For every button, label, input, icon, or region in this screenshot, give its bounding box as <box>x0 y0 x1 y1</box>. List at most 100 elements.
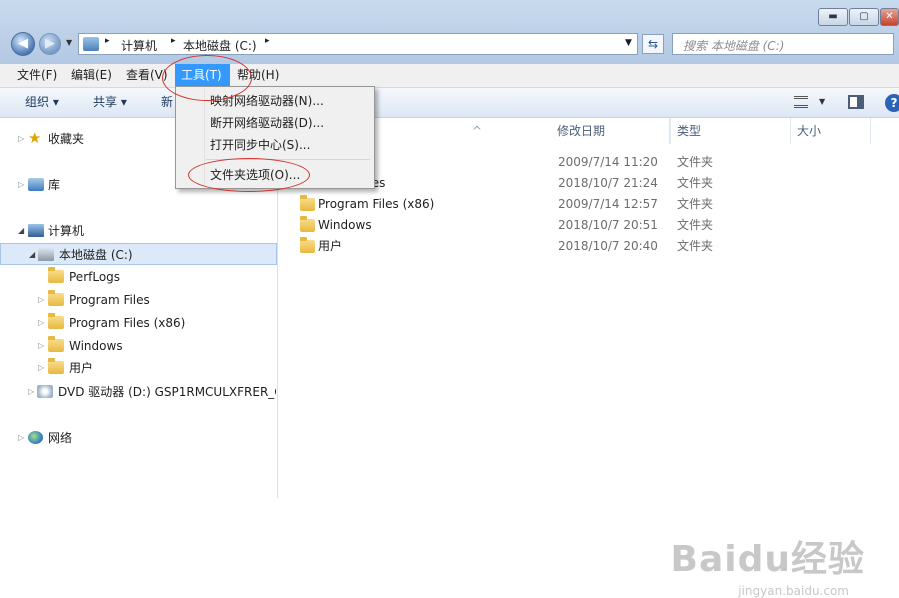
breadcrumb-separator-icon: ▸ <box>171 36 176 46</box>
collapse-arrow-icon[interactable]: ◢ <box>18 220 24 242</box>
file-type: 文件夹 <box>677 218 714 232</box>
menu-item-disconnect-network-drive[interactable]: 断开网络驱动器(D)... <box>178 112 372 134</box>
column-header-date[interactable]: 修改日期 <box>551 118 671 144</box>
file-row[interactable]: Windows 2018/10/7 20:51 文件夹 <box>279 215 899 236</box>
file-type: 文件夹 <box>677 239 714 253</box>
tree-item-perflogs[interactable]: PerfLogs <box>0 266 277 288</box>
column-header-size[interactable]: 大小 <box>791 118 871 144</box>
refresh-icon: ⇆ <box>647 37 659 51</box>
folder-icon <box>300 195 315 211</box>
dvd-drive-icon <box>37 385 53 398</box>
maximize-button[interactable]: ▢ <box>849 8 879 26</box>
close-icon: ✕ <box>885 11 894 22</box>
back-button[interactable]: ◀ <box>11 32 35 56</box>
help-icon[interactable]: ? <box>885 94 899 112</box>
tree-label: 网络 <box>48 431 73 445</box>
drive-icon <box>38 248 54 261</box>
file-name: Windows <box>318 218 372 232</box>
baidu-watermark-logo: Baidu经验 <box>670 539 865 580</box>
baidu-watermark-url: jingyan.baidu.com <box>738 584 849 598</box>
view-dropdown-icon[interactable]: ▼ <box>819 97 825 106</box>
file-row[interactable]: Program Files (x86) 2009/7/14 12:57 文件夹 <box>279 194 899 215</box>
file-date: 2018/10/7 21:24 <box>558 176 658 190</box>
folder-icon <box>48 336 64 352</box>
tree-label: Windows <box>69 339 123 353</box>
search-placeholder: 搜索 本地磁盘 (C:) <box>683 39 785 53</box>
computer-icon <box>28 224 44 237</box>
folder-icon <box>48 358 64 374</box>
address-dropdown-icon[interactable]: ▼ <box>625 38 632 48</box>
tree-item-program-files-x86[interactable]: ▷ Program Files (x86) <box>0 312 277 334</box>
folder-icon <box>48 267 64 283</box>
folder-icon <box>48 290 64 306</box>
organize-button[interactable]: 组织 ▾ <box>25 88 59 117</box>
computer-icon <box>83 37 99 51</box>
folder-icon <box>48 313 64 329</box>
breadcrumb-separator-icon[interactable]: ▸ <box>265 36 270 46</box>
menu-file[interactable]: 文件(F) <box>11 64 63 87</box>
search-input[interactable]: 搜索 本地磁盘 (C:) <box>672 33 894 55</box>
tree-item-users[interactable]: ▷ 用户 <box>0 357 277 379</box>
library-icon <box>28 178 44 191</box>
breadcrumb-local-disk[interactable]: 本地磁盘 (C:) <box>183 37 257 54</box>
expand-arrow-icon[interactable]: ▷ <box>38 289 44 311</box>
preview-pane-icon[interactable] <box>848 95 864 109</box>
menu-item-sync-center[interactable]: 打开同步中心(S)... <box>178 134 372 156</box>
network-icon <box>28 431 43 444</box>
tree-item-program-files[interactable]: ▷ Program Files <box>0 289 277 311</box>
forward-button[interactable]: ▶ <box>39 33 61 55</box>
file-date: 2018/10/7 20:51 <box>558 218 658 232</box>
tree-label: PerfLogs <box>69 270 121 284</box>
file-date: 2009/7/14 12:57 <box>558 197 658 211</box>
minimize-button[interactable]: ▬ <box>818 8 848 26</box>
tree-item-network[interactable]: ▷ 网络 <box>0 427 277 449</box>
column-header-type[interactable]: 类型 <box>671 118 791 144</box>
title-bar: ▬ ▢ ✕ ◀ ▶ ▼ ▸ 计算机 ▸ 本地磁盘 (C:) ▸ ▼ ⇆ 搜索 本… <box>0 0 899 64</box>
share-button[interactable]: 共享 ▾ <box>93 88 127 117</box>
breadcrumb-computer[interactable]: 计算机 <box>121 37 157 54</box>
annotation-circle-folder-options <box>188 158 310 192</box>
expand-arrow-icon[interactable]: ▷ <box>38 357 44 379</box>
address-bar[interactable]: ▸ 计算机 ▸ 本地磁盘 (C:) ▸ ▼ <box>78 33 638 55</box>
maximize-icon: ▢ <box>859 11 869 22</box>
annotation-circle-tools <box>162 55 252 101</box>
command-bar: 组织 ▾ 共享 ▾ 新 ▼ ? <box>0 88 899 118</box>
expand-arrow-icon[interactable]: ▷ <box>28 381 34 403</box>
close-button[interactable]: ✕ <box>880 8 899 26</box>
expand-arrow-icon[interactable]: ▷ <box>18 427 24 449</box>
expand-arrow-icon[interactable]: ▷ <box>18 174 24 196</box>
minimize-icon: ▬ <box>828 11 838 22</box>
tree-label: 收藏夹 <box>48 132 85 146</box>
tree-item-dvd-drive[interactable]: ▷ DVD 驱动器 (D:) GSP1RMCULXFRER_C <box>0 381 277 403</box>
file-name: 用户 <box>318 239 343 253</box>
tree-label: DVD 驱动器 (D:) GSP1RMCULXFRER_C <box>58 385 276 399</box>
back-arrow-icon: ◀ <box>18 36 28 51</box>
file-row[interactable]: 用户 2018/10/7 20:40 文件夹 <box>279 236 899 257</box>
expand-arrow-icon[interactable]: ▷ <box>38 335 44 357</box>
sort-ascending-icon: ^ <box>471 124 483 138</box>
folder-icon <box>300 237 315 253</box>
tree-label: 用户 <box>69 361 94 375</box>
file-name: Program Files (x86) <box>318 197 435 211</box>
file-date: 2009/7/14 11:20 <box>558 155 658 169</box>
recent-pages-chevron-icon[interactable]: ▼ <box>66 38 72 47</box>
view-options-icon[interactable] <box>794 96 808 108</box>
menu-bar: 文件(F) 编辑(E) 查看(V) 工具(T) 帮助(H) <box>0 64 899 88</box>
tree-label: Program Files <box>69 293 150 307</box>
file-date: 2018/10/7 20:40 <box>558 239 658 253</box>
refresh-button[interactable]: ⇆ <box>642 34 664 54</box>
tree-item-local-disk[interactable]: ◢ 本地磁盘 (C:) <box>0 243 277 265</box>
collapse-arrow-icon[interactable]: ◢ <box>29 244 35 266</box>
expand-arrow-icon[interactable]: ▷ <box>38 312 44 334</box>
folder-icon <box>300 216 315 232</box>
tree-item-computer[interactable]: ◢ 计算机 <box>0 220 277 242</box>
file-type: 文件夹 <box>677 197 714 211</box>
tree-label: 本地磁盘 (C:) <box>59 248 133 262</box>
expand-arrow-icon[interactable]: ▷ <box>18 128 24 150</box>
tree-label: 库 <box>48 178 61 192</box>
tree-label: 计算机 <box>48 224 85 238</box>
menu-edit[interactable]: 编辑(E) <box>65 64 118 87</box>
tree-label: Program Files (x86) <box>69 316 186 330</box>
tree-item-windows[interactable]: ▷ Windows <box>0 335 277 357</box>
star-icon: ★ <box>28 129 42 147</box>
